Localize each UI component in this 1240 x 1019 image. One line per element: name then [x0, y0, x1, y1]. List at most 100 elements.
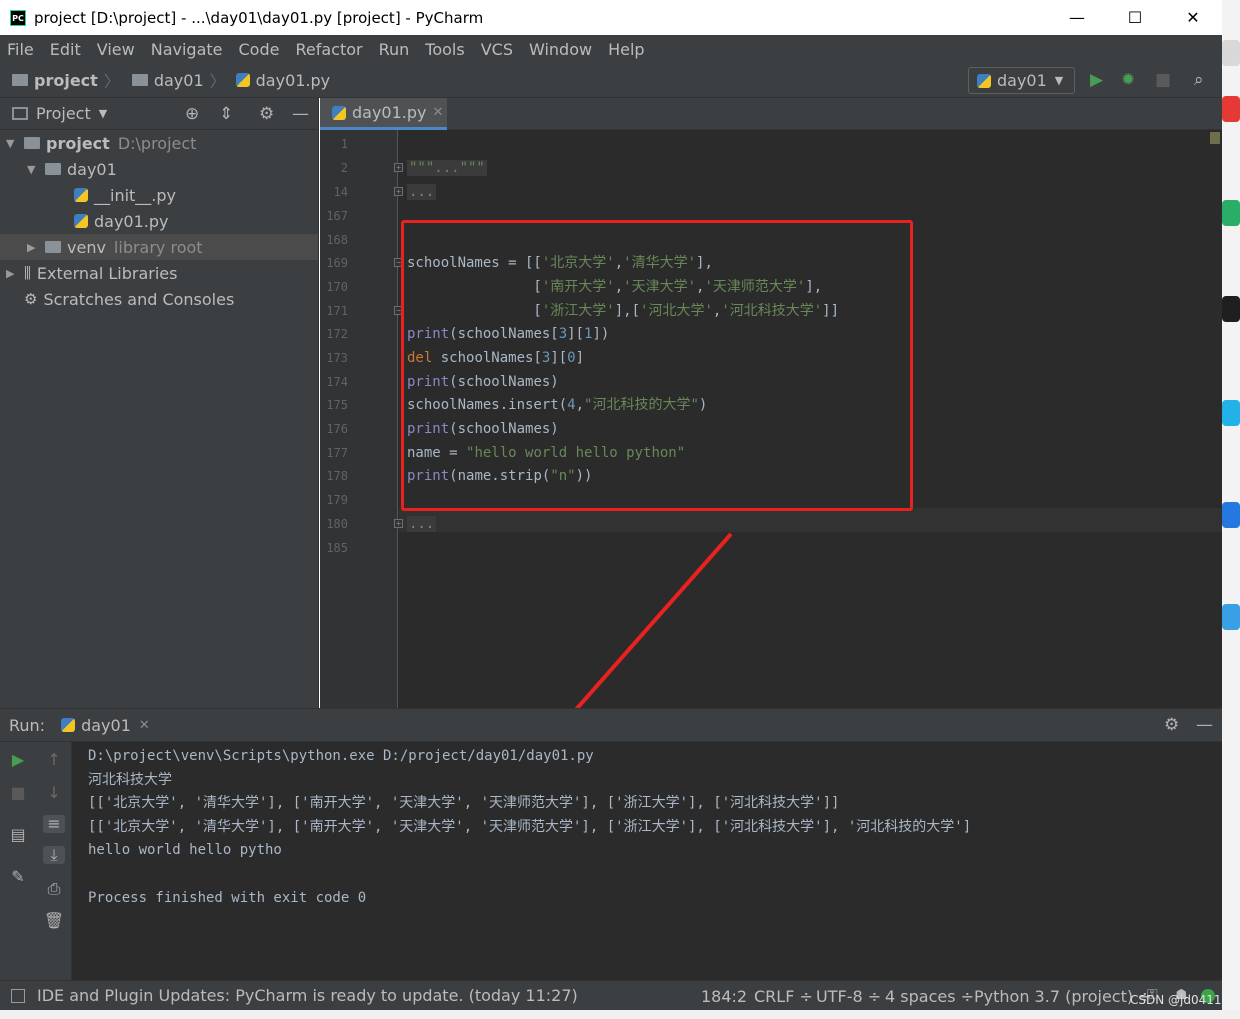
status-message[interactable]: IDE and Plugin Updates: PyCharm is ready… — [37, 986, 578, 1005]
hide-icon[interactable]: — — [1196, 715, 1213, 735]
trash-icon[interactable]: 🗑 — [43, 912, 65, 930]
breadcrumb-project[interactable]: project 〉 — [0, 68, 120, 92]
menu-code[interactable]: Code — [239, 40, 280, 59]
search-icon[interactable]: ⌕ — [1194, 71, 1204, 89]
code-line[interactable]: 185 — [320, 536, 1222, 560]
line-number: 176 — [326, 422, 348, 436]
expand-arrow-icon[interactable]: ▼ — [27, 163, 39, 176]
console-output[interactable]: D:\project\venv\Scripts\python.exe D:/pr… — [88, 745, 971, 910]
tree-item-note: library root — [113, 237, 203, 257]
close-icon[interactable]: ✕ — [139, 718, 150, 733]
code-line[interactable]: 2 + """...""" — [320, 156, 1222, 180]
tree-item-day01[interactable]: ▼ day01 — [0, 156, 318, 182]
close-icon[interactable]: ✕ — [433, 105, 444, 120]
line-number: 180 — [326, 517, 348, 531]
menu-window[interactable]: Window — [529, 40, 592, 59]
scroll-up-icon[interactable]: ↑ — [43, 751, 65, 769]
stop-icon[interactable]: ■ — [1155, 71, 1171, 89]
locate-icon[interactable]: ⊕ — [185, 104, 199, 124]
tree-item-label: project — [46, 133, 110, 153]
menu-view[interactable]: View — [97, 40, 135, 59]
rerun-icon[interactable]: ▶ — [7, 751, 29, 769]
scroll-to-end-icon[interactable]: ⤓ — [43, 846, 65, 864]
project-view-icon — [12, 107, 28, 120]
python-file-icon — [74, 188, 88, 202]
line-number: 175 — [326, 398, 348, 412]
tree-item-venv[interactable]: ▶ venv library root — [0, 234, 318, 260]
library-icon: ⫼ — [24, 264, 31, 282]
project-panel-header: Project ▼ ⊕ ⇕ ⚙ — — [0, 98, 318, 130]
run-tab-day01[interactable]: day01 ✕ — [61, 716, 150, 735]
breadcrumb-label: day01 — [153, 70, 204, 90]
project-tool-window: Project ▼ ⊕ ⇕ ⚙ — ▼ project D:\project ▼… — [0, 98, 319, 708]
menu-navigate[interactable]: Navigate — [151, 40, 223, 59]
encoding-selector[interactable]: UTF-8 ÷ — [816, 987, 881, 1006]
stop-icon[interactable]: ■ — [7, 784, 29, 802]
desktop-edge — [1222, 0, 1240, 1019]
menu-tools[interactable]: Tools — [425, 40, 464, 59]
folded-region[interactable]: ... — [407, 184, 437, 200]
menu-run[interactable]: Run — [379, 40, 410, 59]
maximize-button[interactable]: ☐ — [1106, 0, 1164, 35]
run-icon[interactable]: ▶ — [1090, 71, 1103, 89]
tree-item-init[interactable]: __init__.py — [0, 182, 318, 208]
debug-icon[interactable]: ✹ — [1121, 71, 1135, 89]
minimize-button[interactable]: — — [1048, 0, 1106, 35]
status-bar: IDE and Plugin Updates: PyCharm is ready… — [0, 980, 1222, 1010]
folded-region[interactable]: """...""" — [407, 160, 487, 176]
code-line[interactable]: 1 — [320, 132, 1222, 156]
print-icon[interactable]: ⎙ — [43, 880, 65, 898]
line-number: 170 — [326, 280, 348, 294]
chevron-down-icon[interactable]: ▼ — [99, 107, 107, 120]
line-number: 185 — [326, 541, 348, 555]
expand-arrow-icon[interactable]: ▶ — [27, 241, 39, 254]
breadcrumb-day01[interactable]: day01 〉 — [120, 68, 226, 92]
indent-selector[interactable]: 4 spaces ÷ — [885, 987, 974, 1006]
line-separator-selector[interactable]: CRLF ÷ — [754, 987, 813, 1006]
tree-item-day01-py[interactable]: day01.py — [0, 208, 318, 234]
menu-help[interactable]: Help — [608, 40, 644, 59]
tencent-video-icon — [1222, 400, 1240, 426]
close-button[interactable]: ✕ — [1164, 0, 1222, 35]
expand-arrow-icon[interactable]: ▶ — [6, 267, 18, 280]
folder-icon — [45, 163, 61, 175]
run-tool-window: Run: day01 ✕ ⚙ — ▶ ↑ ■ ↓ ≡ ▤ ⤓ ✎ ⎙ 🗑 D:\… — [0, 708, 1222, 981]
run-configuration-select[interactable]: day01 ▼ — [968, 67, 1075, 94]
breadcrumb-file[interactable]: day01.py — [235, 71, 330, 90]
watermark: CSDN @jd0411 — [1130, 993, 1222, 1007]
tree-item-external-libraries[interactable]: ▶ ⫼ External Libraries — [0, 260, 318, 286]
run-configuration-label: day01 — [997, 71, 1047, 90]
menu-refactor[interactable]: Refactor — [295, 40, 362, 59]
code-line[interactable]: 180 + ... — [320, 512, 1222, 536]
expand-arrow-icon[interactable]: ▼ — [6, 137, 18, 150]
interpreter-selector[interactable]: Python 3.7 (project) ÷ — [974, 987, 1152, 1006]
tool-windows-toggle-icon[interactable] — [11, 988, 25, 1003]
pin-icon[interactable]: ✎ — [7, 868, 29, 886]
tree-item-scratches[interactable]: ⚙ Scratches and Consoles — [0, 286, 318, 312]
tab-label: day01.py — [352, 103, 427, 122]
project-view-selector[interactable]: Project — [36, 104, 91, 123]
hide-icon[interactable]: — — [292, 104, 309, 124]
fold-expand-icon[interactable]: + — [394, 519, 403, 528]
fold-expand-icon[interactable]: + — [394, 163, 403, 172]
collapse-all-icon[interactable]: ⇕ — [219, 104, 233, 124]
menu-file[interactable]: File — [7, 40, 34, 59]
tree-item-project[interactable]: ▼ project D:\project — [0, 130, 318, 156]
code-line[interactable]: 14 + ... — [320, 180, 1222, 204]
breadcrumb-separator-icon: 〉 — [103, 72, 120, 91]
fold-expand-icon[interactable]: + — [394, 187, 403, 196]
scroll-down-icon[interactable]: ↓ — [43, 784, 65, 802]
run-tab-label: day01 — [81, 715, 131, 735]
gear-icon[interactable]: ⚙ — [259, 104, 274, 124]
tab-day01-py[interactable]: day01.py ✕ — [320, 98, 447, 130]
line-number: 2 — [340, 161, 348, 175]
line-number: 179 — [326, 493, 348, 507]
menu-vcs[interactable]: VCS — [481, 40, 513, 59]
layout-icon[interactable]: ▤ — [7, 826, 29, 844]
caret-position[interactable]: 184:2 — [701, 987, 747, 1006]
soft-wrap-icon[interactable]: ≡ — [43, 815, 65, 833]
folded-region[interactable]: ... — [407, 516, 437, 532]
menu-edit[interactable]: Edit — [50, 40, 81, 59]
gear-icon[interactable]: ⚙ — [1164, 715, 1179, 735]
